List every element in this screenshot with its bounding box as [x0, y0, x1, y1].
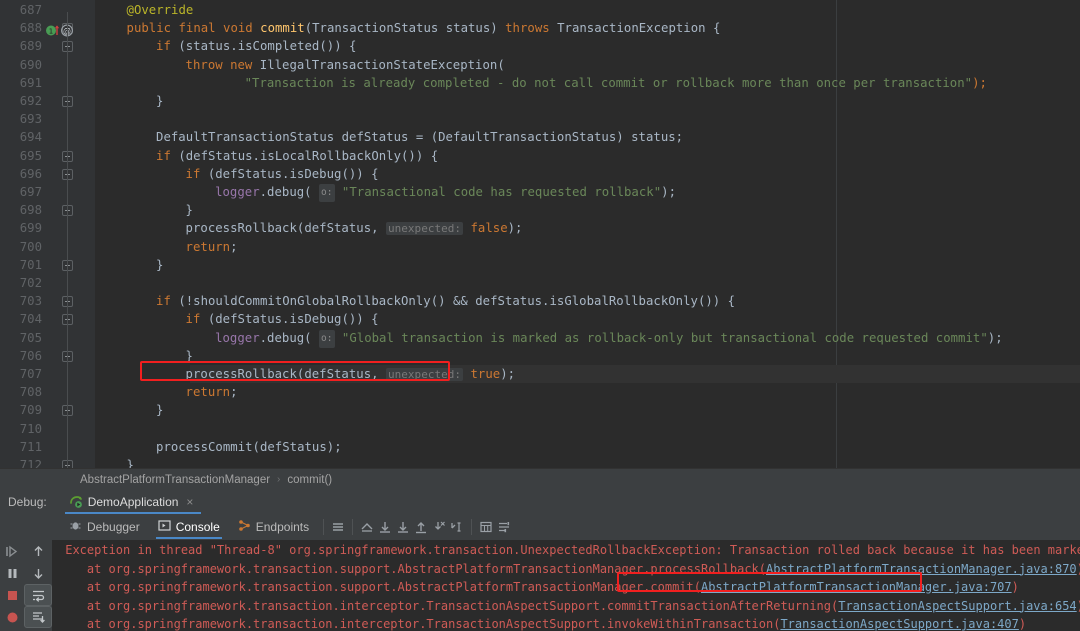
console-icon [158, 519, 171, 535]
code-line: return; [185, 239, 238, 254]
tab-debugger[interactable]: Debugger [60, 514, 149, 540]
toolbar-divider [352, 519, 354, 535]
stacktrace-link[interactable]: TransactionAspectSupport.java:654 [838, 599, 1076, 613]
force-step-into-icon[interactable] [430, 518, 448, 536]
code-line: } [185, 203, 193, 218]
code-line: if (status.isCompleted()) { [156, 39, 357, 54]
breadcrumb[interactable]: AbstractPlatformTransactionManager › com… [0, 468, 1080, 490]
pause-program-icon[interactable] [0, 562, 24, 584]
console-text: at org.springframework.transaction.inter… [86, 617, 781, 631]
view-breakpoints-icon[interactable] [0, 606, 24, 628]
tab-console[interactable]: Console [149, 514, 229, 540]
console-line: Exception in thread "Thread-8" org.sprin… [58, 541, 1080, 560]
code-line: } [185, 348, 193, 363]
console-line: at org.springframework.transaction.inter… [58, 597, 1080, 616]
tab-endpoints[interactable]: Endpoints [229, 514, 318, 540]
code-line: return; [185, 385, 238, 400]
console-text: ) [1077, 599, 1080, 613]
stop-program-icon[interactable] [0, 584, 24, 606]
code-line: DefaultTransactionStatus defStatus = (De… [156, 130, 684, 145]
code-line: @Override [126, 3, 194, 17]
tab-label: Debugger [87, 520, 140, 534]
console-text: at org.springframework.transaction.suppo… [86, 580, 701, 594]
debug-action-rail[interactable] [0, 540, 24, 631]
console-action-rail[interactable] [24, 540, 52, 631]
show-execution-point-icon[interactable] [358, 518, 376, 536]
inlay-hint-chip: o: [319, 329, 335, 348]
menu-icon[interactable] [329, 518, 347, 536]
run-to-cursor-icon[interactable] [448, 518, 466, 536]
code-line: processRollback(defStatus, unexpected: t… [185, 367, 516, 381]
console-text: at org.springframework.transaction.suppo… [86, 561, 766, 576]
code-line: } [156, 94, 164, 108]
console-output[interactable]: Exception in thread "Thread-8" org.sprin… [52, 540, 1080, 631]
close-icon[interactable]: × [186, 495, 193, 509]
code-line: logger.debug( o: "Global transaction is … [0, 329, 1080, 348]
stacktrace-link[interactable]: AbstractPlatformTransactionManager.java:… [766, 562, 1077, 576]
console-text: at org.springframework.transaction.inter… [86, 598, 839, 613]
breadcrumb-class[interactable]: AbstractPlatformTransactionManager [80, 474, 270, 486]
code-line: processRollback(defStatus, unexpected: f… [185, 221, 523, 236]
code-line: if (defStatus.isLocalRollbackOnly()) { [156, 148, 439, 163]
debug-window-label: Debug: [8, 495, 47, 509]
code-line: throw new IllegalTransactionStateExcepti… [185, 57, 505, 72]
code-line: logger.debug( o: "Transactional code has… [0, 183, 1080, 203]
evaluate-expression-icon[interactable] [477, 518, 495, 536]
console-line: at org.springframework.transaction.suppo… [58, 578, 1019, 597]
console-line: at org.springframework.transaction.suppo… [58, 560, 1080, 579]
stacktrace-link[interactable]: TransactionAspectSupport.java:407 [780, 617, 1018, 631]
step-into-icon[interactable] [394, 518, 412, 536]
breadcrumb-separator-icon: › [277, 474, 281, 485]
resume-program-icon[interactable] [0, 540, 24, 562]
parameter-hint: unexpected: [385, 222, 464, 236]
code-line: public final void commit(TransactionStat… [126, 21, 721, 36]
code-line: if (defStatus.isDebug()) { [185, 166, 379, 181]
toolbar-divider [471, 519, 473, 535]
step-out-icon[interactable] [412, 518, 430, 536]
console-text: ) [1011, 580, 1019, 594]
soft-wrap-icon[interactable] [24, 584, 52, 606]
scroll-to-end-icon[interactable] [24, 606, 52, 628]
scroll-down-icon[interactable] [24, 562, 52, 584]
settings-icon[interactable] [495, 518, 513, 536]
code-line: processCommit(defStatus); [156, 439, 342, 454]
inlay-hint-chip: o: [319, 184, 335, 203]
code-line: if (defStatus.isDebug()) { [185, 312, 379, 327]
code-editor[interactable]: 6876881@68969069169269369469569669769869… [0, 0, 1080, 472]
debug-session-tab-label: DemoApplication [87, 495, 179, 509]
tab-label: Endpoints [255, 520, 310, 534]
code-line: if (!shouldCommitOnGlobalRollbackOnly() … [156, 294, 736, 309]
endpoints-icon [238, 519, 251, 535]
toolbar-divider [323, 519, 325, 535]
code-line: } [156, 257, 164, 272]
debug-session-tab[interactable]: DemoApplication × [64, 490, 202, 514]
spring-boot-run-icon [69, 495, 83, 509]
debugger-icon [69, 519, 82, 535]
console-line: at org.springframework.transaction.inter… [58, 615, 1026, 631]
tab-label: Console [175, 520, 220, 534]
console-toolbar[interactable]: Debugger Console Endpoints [0, 514, 1080, 540]
console-text: ) [1018, 617, 1027, 631]
code-line: "Transaction is already completed - do n… [244, 75, 987, 90]
stacktrace-link[interactable]: AbstractPlatformTransactionManager.java:… [701, 580, 1012, 594]
debug-tool-window-header: Debug: DemoApplication × [0, 490, 1080, 514]
step-over-icon[interactable] [376, 518, 394, 536]
console-text: Exception in thread "Thread-8" org.sprin… [65, 543, 1080, 557]
code-line: } [156, 403, 164, 418]
scroll-up-icon[interactable] [24, 540, 52, 562]
breadcrumb-method[interactable]: commit() [287, 474, 332, 486]
parameter-hint: unexpected: [385, 368, 464, 381]
